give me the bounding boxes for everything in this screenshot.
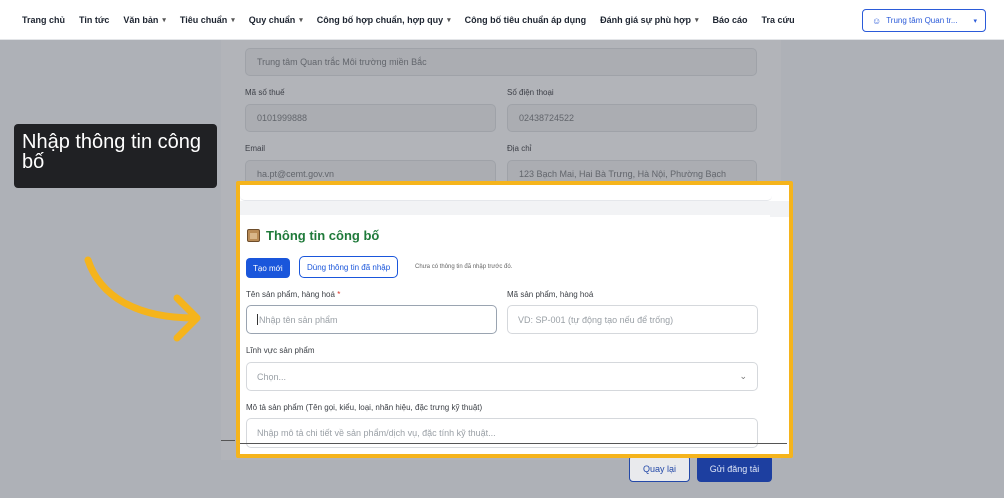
- chevron-down-icon: ▾: [299, 16, 303, 24]
- no-previous-info-hint: Chưa có thông tin đã nhập trước đó.: [415, 264, 513, 270]
- chevron-down-icon: ▾: [973, 17, 977, 25]
- text-cursor: [257, 314, 258, 325]
- nav-item-applied-standards[interactable]: Công bố tiêu chuẩn áp dụng: [465, 15, 587, 25]
- user-menu-label: Trung tâm Quan tr...: [886, 16, 958, 25]
- chevron-down-icon: ▾: [695, 16, 699, 24]
- highlight-frame: Thông tin công bố Tạo mới Dùng thông tin…: [236, 181, 793, 458]
- user-menu-button[interactable]: ☺ Trung tâm Quan tr... ▾: [862, 9, 986, 32]
- nav-item-standards[interactable]: Tiêu chuẩn ▾: [180, 15, 235, 25]
- product-name-label: Tên sản phẩm, hàng hoá *: [246, 290, 341, 299]
- nav-item-home[interactable]: Trang chủ: [22, 15, 65, 25]
- chevron-down-icon: ▾: [162, 16, 166, 24]
- divider: [240, 443, 787, 444]
- section-title-text: Thông tin công bố: [266, 228, 380, 243]
- divider: [221, 440, 235, 441]
- nav-item-news[interactable]: Tin tức: [79, 15, 109, 25]
- chevron-down-icon: ▾: [447, 16, 451, 24]
- product-name-input[interactable]: Nhập tên sản phẩm: [246, 305, 497, 334]
- product-code-label: Mã sản phẩm, hàng hoá: [507, 290, 594, 299]
- user-icon: ☺: [872, 15, 882, 26]
- org-card-bottom-edge: [240, 185, 772, 201]
- nav-item-lookup[interactable]: Tra cứu: [762, 15, 795, 25]
- nav-item-reports[interactable]: Báo cáo: [713, 15, 748, 25]
- chevron-down-icon: ⌄: [739, 371, 747, 381]
- back-button[interactable]: Quay lại: [629, 455, 690, 482]
- product-code-input[interactable]: VD: SP-001 (tự động tạo nếu để trống): [507, 305, 758, 334]
- chevron-down-icon: ▾: [231, 16, 235, 24]
- nav-item-conformity-declaration[interactable]: Công bố hợp chuẩn, hợp quy ▾: [317, 15, 451, 25]
- nav-item-regulations[interactable]: Quy chuẩn ▾: [249, 15, 303, 25]
- product-field-select[interactable]: Chọn... ⌄: [246, 362, 758, 391]
- product-field-label: Lĩnh vực sản phẩm: [246, 346, 315, 355]
- top-navigation: Trang chủ Tin tức Văn bản ▾ Tiêu chuẩn ▾ Q…: [0, 0, 1004, 40]
- nav-item-documents[interactable]: Văn bản ▾: [123, 15, 166, 25]
- arrow-icon: [84, 256, 201, 342]
- instruction-tooltip: Nhập thông tin công bố: [14, 124, 217, 188]
- nav-item-conformity-assessment[interactable]: Đánh giá sự phù hợp ▾: [600, 15, 698, 25]
- description-label: Mô tả sản phẩm (Tên gọi, kiểu, loại, nhã…: [246, 403, 483, 412]
- submit-button[interactable]: Gửi đăng tải: [697, 455, 772, 482]
- section-title: Thông tin công bố: [247, 228, 379, 243]
- create-new-button[interactable]: Tạo mới: [246, 258, 290, 278]
- package-icon: [247, 229, 260, 242]
- use-previous-info-button[interactable]: Dùng thông tin đã nhập: [299, 256, 399, 278]
- highlighted-content: Thông tin công bố Tạo mới Dùng thông tin…: [240, 185, 789, 454]
